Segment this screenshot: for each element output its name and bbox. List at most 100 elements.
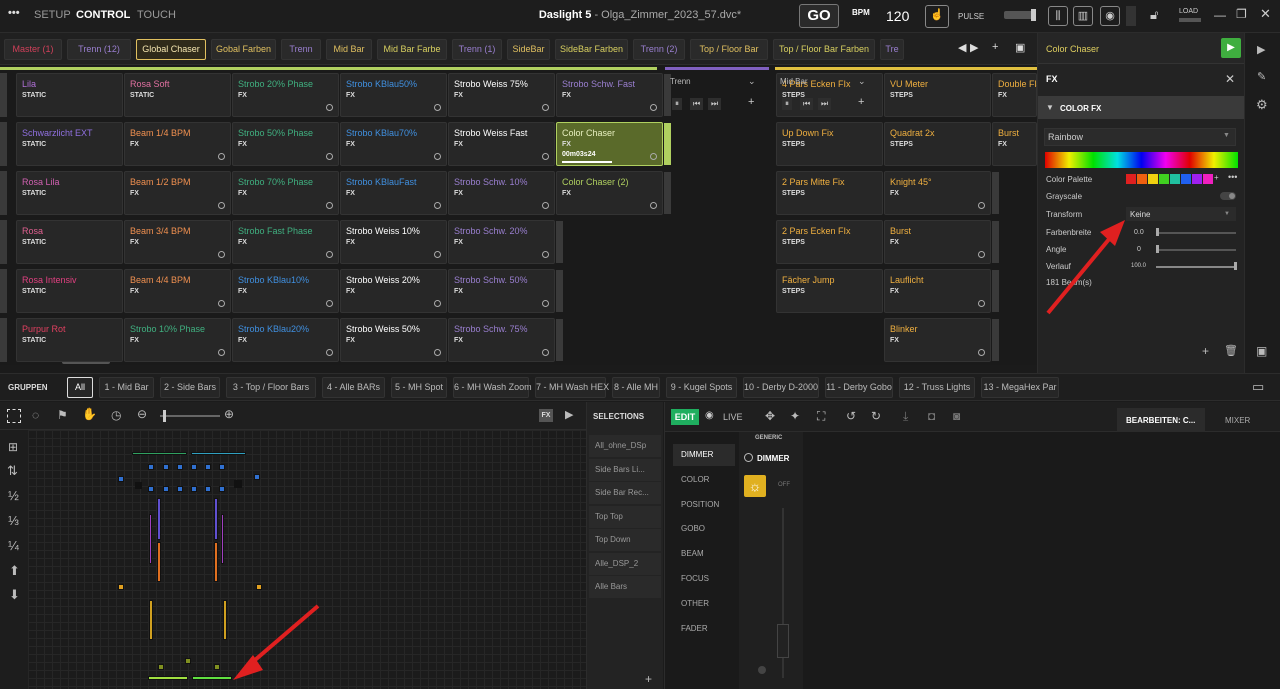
- scene-cell[interactable]: Burst FX: [992, 122, 1037, 166]
- close-fx-icon[interactable]: ✕: [1225, 72, 1235, 86]
- selection-item[interactable]: Top Down: [589, 529, 661, 551]
- scene-cell[interactable]: Strobo Schw. 75% FX: [448, 318, 563, 362]
- fixture[interactable]: [205, 464, 211, 470]
- minimize-icon[interactable]: —: [1214, 8, 1226, 22]
- column-transport-icon[interactable]: ⏸: [782, 98, 792, 110]
- column-transport-icon[interactable]: ⏮: [690, 98, 704, 110]
- clear-icon[interactable]: ✥: [765, 409, 775, 423]
- fixture[interactable]: [118, 584, 124, 590]
- scene-cell[interactable]: Strobo Schw. 20% FX: [448, 220, 563, 264]
- fixture[interactable]: [177, 464, 183, 470]
- edit-button[interactable]: EDIT: [671, 409, 699, 425]
- scene-cell[interactable]: Strobo 20% Phase FX: [232, 73, 347, 117]
- edit-pencil-icon[interactable]: ✎: [1257, 70, 1266, 83]
- fixture[interactable]: [177, 486, 183, 492]
- third-icon[interactable]: ⅓: [8, 513, 19, 528]
- scene-cell[interactable]: Strobo KBlau50% FX: [340, 73, 455, 117]
- scene-cell[interactable]: Beam 1/2 BPM FX: [124, 171, 239, 215]
- scene-cell[interactable]: Fächer Jump STEPS: [776, 269, 891, 313]
- play-panel-icon[interactable]: ▶: [1257, 43, 1265, 56]
- fixture[interactable]: [256, 584, 262, 590]
- farbenbreite-slider[interactable]: [1156, 232, 1236, 234]
- scene-cell[interactable]: Strobo Weiss 75% FX: [448, 73, 563, 117]
- slider-knob[interactable]: [1234, 262, 1237, 270]
- scene-cell[interactable]: Strobo Schw. 50% FX: [448, 269, 563, 313]
- group-tab[interactable]: 10 - Derby D-2000: [743, 377, 819, 398]
- top-bar-left[interactable]: [132, 452, 187, 455]
- column-transport-icon[interactable]: ⏸: [672, 98, 682, 110]
- page-tab[interactable]: Trenn: [281, 39, 321, 60]
- page-tab[interactable]: Mid Bar: [326, 39, 372, 60]
- scene-cell[interactable]: Strobo KBlau20% FX: [232, 318, 347, 362]
- side-bar-lower[interactable]: [157, 542, 161, 582]
- undo-sel-icon[interactable]: ↻: [871, 409, 881, 423]
- pulse-slider[interactable]: [1004, 9, 1036, 21]
- side-bar[interactable]: [214, 498, 218, 540]
- scene-cell[interactable]: Beam 4/4 BPM FX: [124, 269, 239, 313]
- scene-cell[interactable]: Rosa Intensiv STATIC: [16, 269, 131, 313]
- grayscale-toggle[interactable]: [1220, 192, 1236, 200]
- fixture[interactable]: [163, 486, 169, 492]
- add-scene-icon[interactable]: +: [858, 96, 864, 108]
- scene-cell[interactable]: Beam 1/4 BPM FX: [124, 122, 239, 166]
- scene-cell[interactable]: Strobo Weiss 20% FX: [340, 269, 455, 313]
- sun-icon[interactable]: ☼: [744, 475, 766, 497]
- side-bar-outer[interactable]: [149, 514, 152, 564]
- scene-cell[interactable]: Lauflicht FX: [884, 269, 999, 313]
- fixture[interactable]: [219, 486, 225, 492]
- page-tab[interactable]: Mid Bar Farbe: [377, 39, 447, 60]
- attribute-tab[interactable]: BEAM: [673, 543, 735, 565]
- add-scene-icon[interactable]: +: [748, 96, 754, 108]
- arrow-down-icon[interactable]: ⬇: [9, 587, 20, 603]
- attribute-tab[interactable]: OTHER: [673, 593, 735, 615]
- fixture[interactable]: [158, 664, 164, 670]
- page-tab[interactable]: Gobal Farben: [211, 39, 276, 60]
- half-icon[interactable]: ½: [8, 488, 19, 503]
- chevron-down-icon[interactable]: ⌄: [748, 76, 756, 87]
- camera-sync-icon[interactable]: ◙: [953, 409, 960, 423]
- palette-swatch[interactable]: [1137, 174, 1147, 184]
- tab-touch[interactable]: TOUCH: [137, 9, 176, 21]
- group-tab[interactable]: 5 - MH Spot: [391, 377, 447, 398]
- scene-cell[interactable]: Strobo 70% Phase FX: [232, 171, 347, 215]
- selection-item[interactable]: Alle Bars: [589, 576, 661, 598]
- chevron-down-icon[interactable]: ⌄: [858, 76, 866, 87]
- hand-icon[interactable]: ✋: [82, 407, 97, 421]
- scene-cell[interactable]: 2 Pars Ecken FIx STEPS: [776, 220, 891, 264]
- page-tab[interactable]: Top / Floor Bar Farben: [773, 39, 875, 60]
- fixture[interactable]: [185, 658, 191, 664]
- attribute-tab[interactable]: FOCUS: [673, 568, 735, 590]
- lock-icon[interactable]: 🔓︎: [1150, 7, 1158, 23]
- scene-cell[interactable]: Rosa STATIC: [16, 220, 131, 264]
- zoom-out-icon[interactable]: ⊖: [137, 407, 147, 421]
- scene-cell[interactable]: Strobo Schw. 10% FX: [448, 171, 563, 215]
- group-tab[interactable]: 6 - MH Wash Zoom: [453, 377, 532, 398]
- play-button[interactable]: ▶: [1221, 38, 1241, 58]
- zoom-reset-icon[interactable]: ◷: [111, 408, 121, 422]
- scene-cell[interactable]: Strobo 50% Phase FX: [232, 122, 347, 166]
- collapse-icon[interactable]: ▼: [1046, 103, 1054, 112]
- scene-cell[interactable]: Rosa Lila STATIC: [16, 171, 131, 215]
- top-bar-right[interactable]: [191, 452, 246, 455]
- scene-cell[interactable]: Purpur Rot STATIC: [16, 318, 131, 362]
- selection-item[interactable]: Top Top: [589, 505, 661, 528]
- fixture[interactable]: [219, 464, 225, 470]
- scene-cell[interactable]: Color Chaser (2) FX: [556, 171, 671, 215]
- page-tab[interactable]: Top / Floor Bar: [690, 39, 768, 60]
- scene-cell[interactable]: Strobo Fast Phase FX: [232, 220, 347, 264]
- camera-icon[interactable]: ◘: [928, 409, 935, 423]
- column-transport-icon[interactable]: ⏭: [818, 98, 832, 110]
- scene-cell[interactable]: Strobo KBlau10% FX: [232, 269, 347, 313]
- group-tab[interactable]: 9 - Kugel Spots: [666, 377, 737, 398]
- menu-dots-icon[interactable]: •••: [8, 7, 20, 19]
- add-selection-icon[interactable]: +: [645, 672, 652, 686]
- column-transport-icon[interactable]: ⏭: [708, 98, 722, 110]
- page-tab[interactable]: SideBar: [507, 39, 550, 60]
- slider-knob[interactable]: [1156, 245, 1159, 253]
- dimmer-radio[interactable]: [744, 453, 753, 462]
- side-bar[interactable]: [157, 498, 161, 540]
- add-color-icon[interactable]: +: [1214, 173, 1219, 182]
- quarter-icon[interactable]: ¼: [8, 538, 19, 553]
- side-bar-lower[interactable]: [214, 542, 218, 582]
- fixture[interactable]: [163, 464, 169, 470]
